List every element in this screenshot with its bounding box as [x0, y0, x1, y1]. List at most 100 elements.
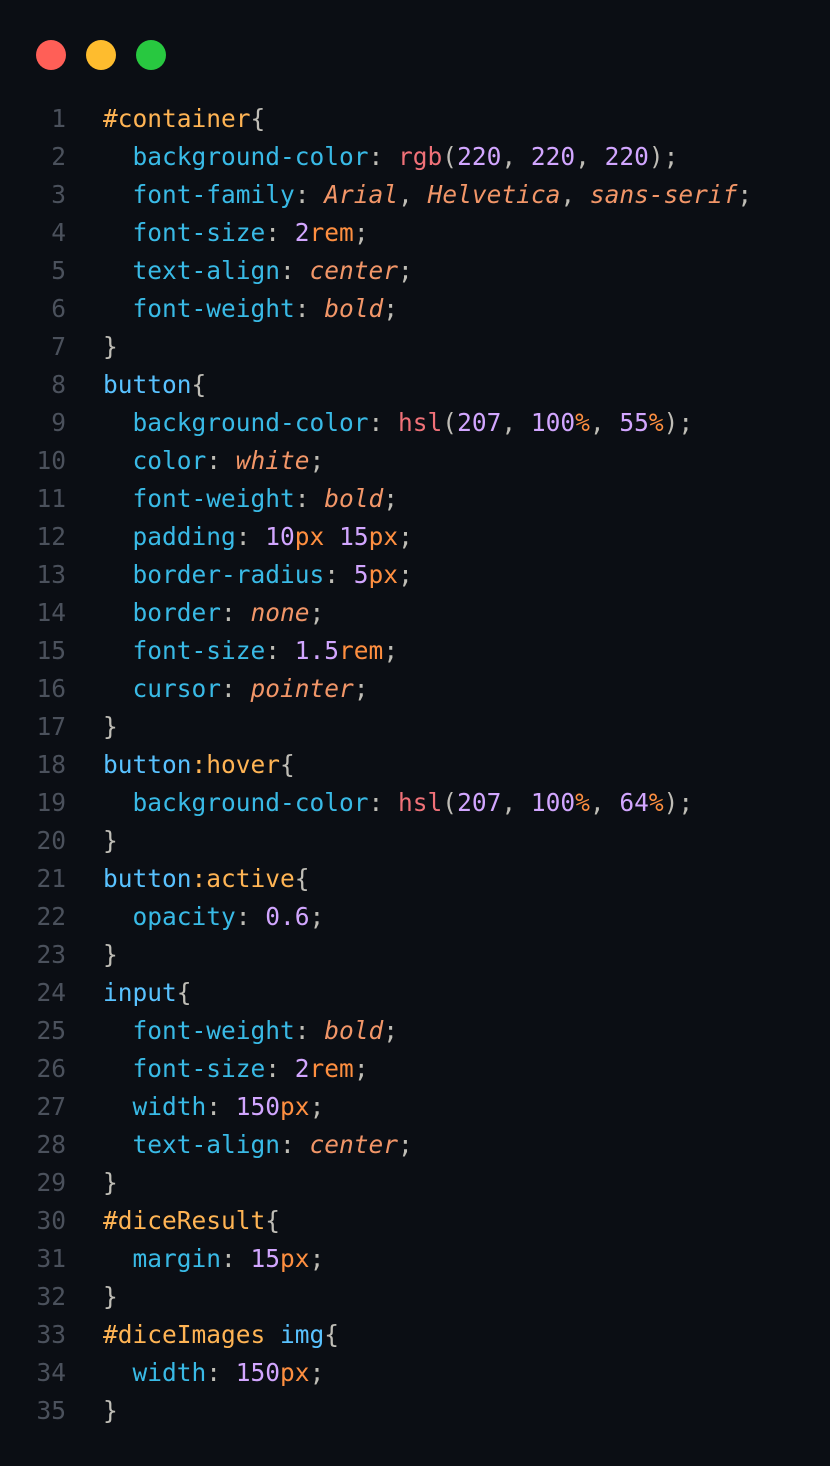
line-number: 15	[36, 636, 66, 665]
token-punct	[324, 522, 339, 551]
line-number: 24	[36, 978, 66, 1007]
code-line: 25 font-weight: bold;	[0, 1012, 752, 1050]
line-number: 29	[36, 1168, 66, 1197]
token-unit: px	[368, 522, 399, 551]
line-number: 34	[36, 1358, 66, 1387]
close-button[interactable]	[36, 40, 66, 70]
token-prop: background-color	[103, 408, 369, 437]
line-number: 4	[51, 218, 66, 247]
line-number: 32	[36, 1282, 66, 1311]
line-text: margin: 15px;	[103, 1240, 325, 1278]
token-prop: font-size	[103, 636, 266, 665]
token-kw: sans-serif	[589, 180, 738, 209]
token-pseudo: :hover	[191, 750, 281, 779]
line-number: 17	[36, 712, 66, 741]
token-punct: ;	[353, 1054, 369, 1083]
token-prop: margin	[103, 1244, 222, 1273]
token-kw: bold	[324, 484, 384, 513]
token-punct: {	[294, 864, 310, 893]
token-punct: ;	[353, 218, 369, 247]
token-punct: ;	[383, 1016, 399, 1045]
line-text: border: none;	[103, 594, 325, 632]
token-selid: #container	[103, 104, 251, 133]
code-line: 28 text-align: center;	[0, 1126, 752, 1164]
token-prop: font-size	[103, 218, 266, 247]
token-punct: }	[103, 1168, 118, 1197]
line-number: 3	[51, 180, 66, 209]
line-text: button:hover{	[103, 746, 295, 784]
token-num: 220	[530, 142, 576, 171]
line-number: 25	[36, 1016, 66, 1045]
token-punct: (	[442, 408, 458, 437]
token-prop: font-weight	[103, 294, 295, 323]
token-unit: px	[294, 522, 325, 551]
token-kw: pointer	[250, 674, 354, 703]
token-punct: :	[294, 180, 325, 209]
token-unit: %	[575, 408, 590, 437]
token-num: 2	[294, 218, 310, 247]
code-line: 16 cursor: pointer;	[0, 670, 752, 708]
code-line: 35}	[0, 1392, 752, 1430]
token-punct: ,	[589, 788, 620, 817]
token-punct: ,	[501, 142, 531, 171]
line-text: padding: 10px 15px;	[103, 518, 413, 556]
token-punct: :	[294, 484, 325, 513]
line-text: text-align: center;	[103, 1126, 413, 1164]
token-prop: width	[103, 1092, 207, 1121]
token-punct: }	[103, 1396, 118, 1425]
token-punct: :	[221, 674, 251, 703]
code-line: 21 button:active{	[0, 860, 752, 898]
line-number: 11	[36, 484, 66, 513]
token-punct: ;	[398, 522, 413, 551]
token-kw: bold	[324, 1016, 384, 1045]
token-punct: (	[442, 142, 458, 171]
minimize-button[interactable]	[86, 40, 116, 70]
token-punct: ,	[575, 142, 605, 171]
token-kw: none	[250, 598, 310, 627]
token-prop: border-radius	[103, 560, 325, 589]
token-num: 100	[530, 788, 576, 817]
line-text: text-align: center;	[103, 252, 413, 290]
token-prop: background-color	[103, 142, 369, 171]
line-text: button:active{	[103, 860, 310, 898]
token-punct: ;	[309, 902, 325, 931]
token-num: 2	[294, 1054, 310, 1083]
line-number: 21	[36, 864, 66, 893]
code-line: 29}	[0, 1164, 752, 1202]
code-line: 4 font-size: 2rem;	[0, 214, 752, 252]
code-line: 14 border: none;	[0, 594, 752, 632]
token-punct: :	[221, 598, 251, 627]
token-prop: font-family	[103, 180, 295, 209]
token-punct: );	[663, 408, 694, 437]
code-line: 30 #diceResult{	[0, 1202, 752, 1240]
line-number: 7	[51, 332, 66, 361]
code-line: 22 opacity: 0.6;	[0, 898, 752, 936]
token-punct: :	[265, 636, 295, 665]
token-punct: {	[324, 1320, 340, 1349]
line-text: }	[103, 708, 118, 746]
code-line: 32}	[0, 1278, 752, 1316]
token-seltag: button	[103, 864, 192, 893]
token-num: 100	[530, 408, 576, 437]
code-line: 33 #diceImages img{	[0, 1316, 752, 1354]
token-unit: rem	[309, 1054, 354, 1083]
token-punct: ,	[560, 180, 590, 209]
token-unit: rem	[339, 636, 384, 665]
token-num: 55	[619, 408, 649, 437]
line-text: color: white;	[103, 442, 325, 480]
line-text: input{	[103, 974, 192, 1012]
token-prop: background-color	[103, 788, 369, 817]
token-num: 1.5	[294, 636, 340, 665]
token-punct	[265, 1320, 280, 1349]
token-punct: ;	[309, 1358, 325, 1387]
token-num: 150	[235, 1358, 281, 1387]
line-number: 20	[36, 826, 66, 855]
line-number: 6	[51, 294, 66, 323]
token-punct: :	[324, 560, 354, 589]
token-pseudo: :active	[191, 864, 295, 893]
line-number: 12	[36, 522, 66, 551]
maximize-button[interactable]	[136, 40, 166, 70]
token-punct: }	[103, 940, 118, 969]
line-number: 31	[36, 1244, 66, 1273]
token-punct: ;	[383, 636, 399, 665]
